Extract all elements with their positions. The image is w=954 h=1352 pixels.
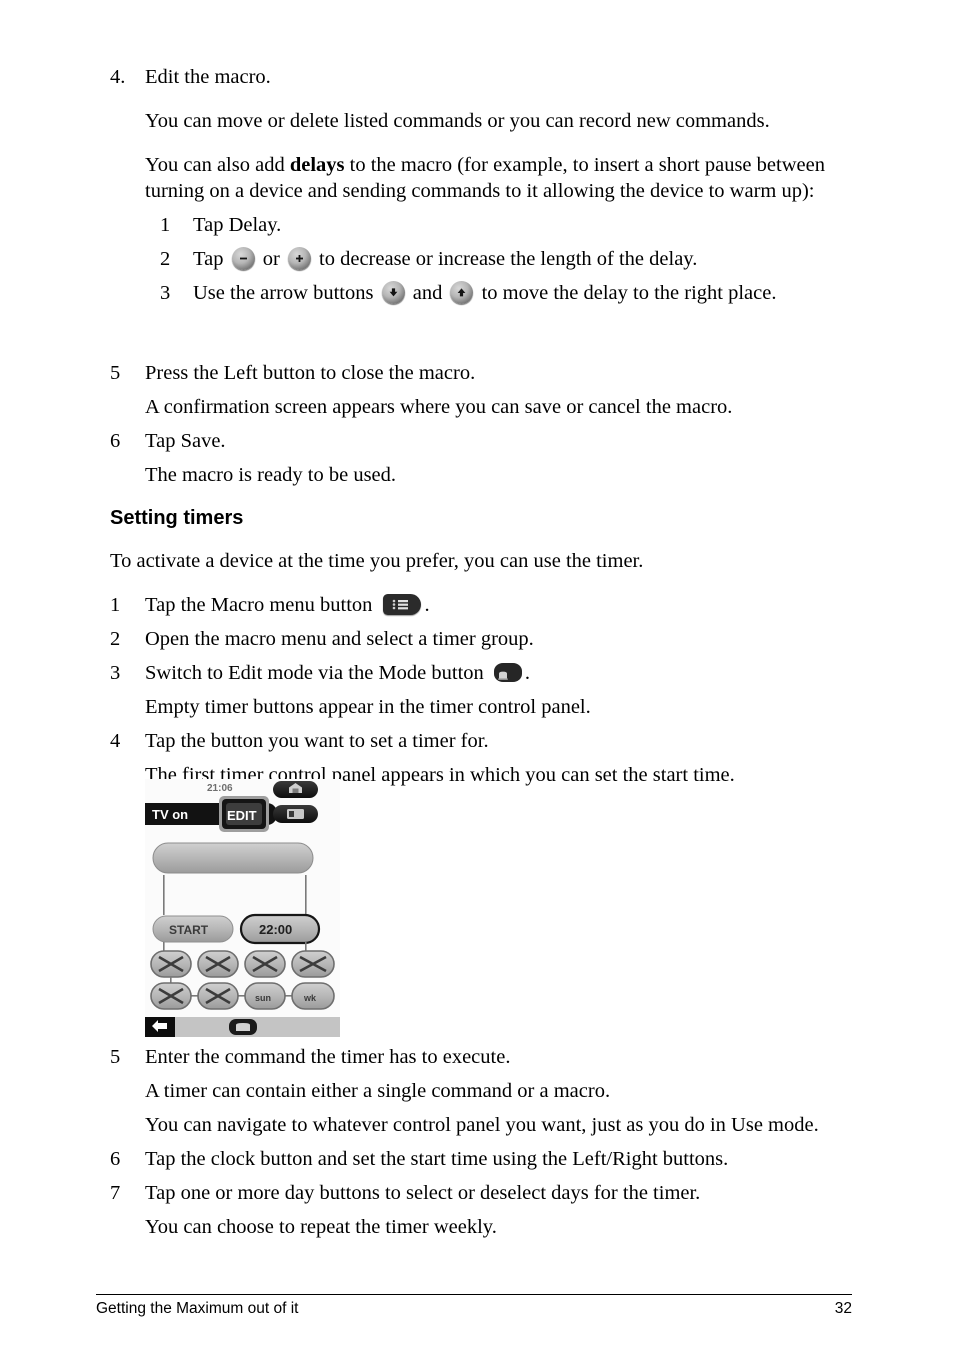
remote-lcd-screen: 21:06 TV on EDIT START 22:00 sun wk [145,779,340,1037]
list-text: Enter the command the timer has to execu… [145,1046,511,1068]
start-button-label: START [169,923,209,937]
list-number: 5 [110,362,121,384]
list-number: 4 [110,730,121,752]
text-part: Use the arrow buttons [193,282,379,304]
list-number: 2 [110,628,121,650]
setting-timers-section: Setting timers To activate a device at t… [0,507,954,788]
list-text: Tap Delay. [193,214,282,236]
paragraph: A confirmation screen appears where you … [145,396,733,418]
list-number: 6 [110,430,121,452]
list-number: 3 [160,282,171,304]
mode-button-icon [493,663,522,682]
list-item: 3 Switch to Edit mode via the Mode butto… [110,660,845,686]
day-button-label: wk [303,993,317,1003]
command-slot [152,842,314,874]
list-text: Tap the button you want to set a timer f… [145,730,489,752]
list-text: Open the macro menu and select a timer g… [145,628,534,650]
mode-icon [236,1023,250,1031]
footer-chapter-title: Getting the Maximum out of it [96,1300,299,1317]
list-number: 3 [110,662,121,684]
text-part: to decrease or increase the length of th… [313,248,698,270]
list-text: Switch to Edit mode via the Mode button … [145,660,845,686]
text-part: to move the delay to the right place. [476,282,777,304]
list-text: Tap or to decrease or increase the lengt… [193,246,845,272]
paragraph: You can move or delete listed commands o… [145,110,770,132]
list-text: Tap the Macro menu button . [145,592,845,618]
text-part: and [407,282,448,304]
list-text: Tap the clock button and set the start t… [145,1148,729,1170]
list-text: Edit the macro. [145,66,271,88]
paragraph: A timer can contain either a single comm… [145,1080,611,1102]
list-item: 2 Tap or to decrease or increase the len… [160,246,845,272]
list-item: 4. Edit the macro. [110,64,845,90]
plus-button-icon [287,247,311,270]
macro-menu-button-icon [382,594,421,615]
device-label-text: TV on [152,807,188,822]
list-number: 4. [110,66,126,88]
list-item: 6 Tap the clock button and set the start… [110,1146,845,1172]
list-item: 5 Press the Left button to close the mac… [110,360,845,386]
list-text: Use the arrow buttons and to move the de… [193,280,845,306]
list-item: 4 Tap the button you want to set a timer… [110,728,845,754]
footer-divider [96,1294,852,1295]
list-number: 6 [110,1148,121,1170]
list-item: 3 Use the arrow buttons and to move the … [160,280,845,306]
lcd-clock: 21:06 [207,783,233,794]
list-text: Tap one or more day buttons to select or… [145,1182,701,1204]
text-part: . [424,594,430,616]
list-item: 7 Tap one or more day buttons to select … [110,1180,845,1206]
day-button-label: sun [255,993,271,1003]
list-item: 1 Tap Delay. [160,212,845,238]
list-number: 5 [110,1046,121,1068]
page-number: 32 [834,1300,852,1317]
list-number: 1 [160,214,171,236]
paragraph: The macro is ready to be used. [145,464,397,486]
list-item: 1 Tap the Macro menu button . [110,592,845,618]
list-number: 7 [110,1182,121,1204]
paragraph: You can navigate to whatever control pan… [145,1114,819,1136]
document-page: 4. Edit the macro. You can move or delet… [0,0,954,1352]
emphasis-delays: delays [289,154,345,176]
list-text: Tap Save. [145,430,226,452]
text-part: Tap the Macro menu button [145,594,378,616]
list-number: 2 [160,248,171,270]
timers-steps-5-7-block: 5 Enter the command the timer has to exe… [0,1044,954,1240]
text-part: or [257,248,285,270]
list-text: Press the Left button to close the macro… [145,362,476,384]
list-item: 2 Open the macro menu and select a timer… [110,626,845,652]
device-screenshot-figure: 21:06 TV on EDIT START 22:00 sun wk [145,779,340,1037]
list-number: 1 [110,594,121,616]
macro-step-5-6-block: 5 Press the Left button to close the mac… [0,360,954,488]
text-part: . [524,662,531,684]
paragraph: Empty timer buttons appear in the timer … [145,696,591,718]
section-heading: Setting timers [110,507,244,529]
paragraph: You can choose to repeat the timer weekl… [145,1216,497,1238]
paragraph-part: You can also add [145,154,290,176]
list-item: 6 Tap Save. [110,428,845,454]
macro-step-4-block: 4. Edit the macro. You can move or delet… [0,64,954,306]
text-part: Tap [193,248,229,270]
page-footer: Getting the Maximum out of it 32 [96,1300,852,1318]
text-part: Switch to Edit mode via the Mode button [145,662,489,684]
minus-button-icon [231,247,255,270]
time-button-label: 22:00 [259,922,292,937]
list-item: 5 Enter the command the timer has to exe… [110,1044,845,1070]
section-intro: To activate a device at the time you pre… [110,550,644,572]
arrow-down-button-icon [381,281,405,304]
paragraph: You can also add delays to the macro (fo… [145,152,845,204]
arrow-up-button-icon [450,281,474,304]
edit-mode-badge: EDIT [227,808,257,823]
